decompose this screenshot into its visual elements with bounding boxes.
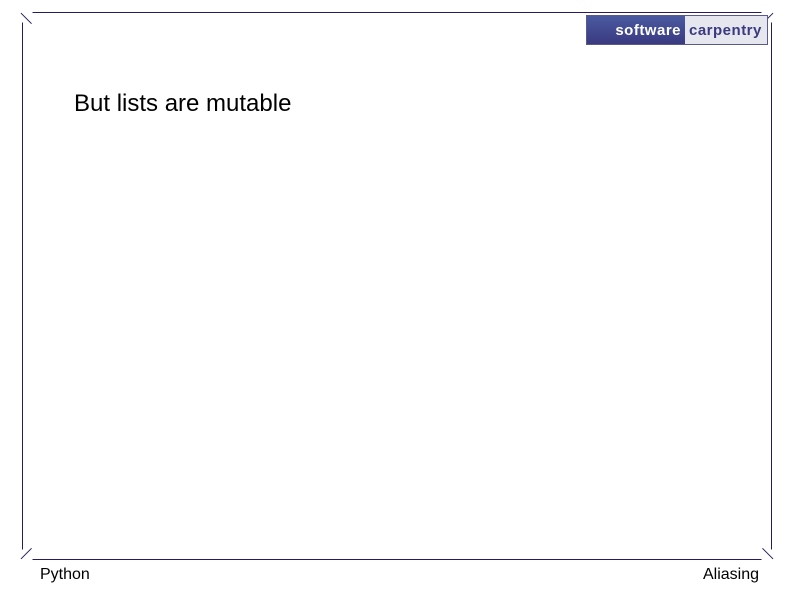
footer-right-label: Aliasing — [703, 566, 759, 584]
logo-word-carpentry: carpentry — [689, 22, 762, 39]
logo-left: software — [587, 16, 685, 44]
logo-word-software: software — [615, 22, 681, 39]
logo-right: carpentry — [685, 16, 767, 44]
slide-body-text: But lists are mutable — [74, 90, 291, 118]
footer-left-label: Python — [40, 566, 90, 584]
software-carpentry-logo: software carpentry — [586, 15, 768, 45]
